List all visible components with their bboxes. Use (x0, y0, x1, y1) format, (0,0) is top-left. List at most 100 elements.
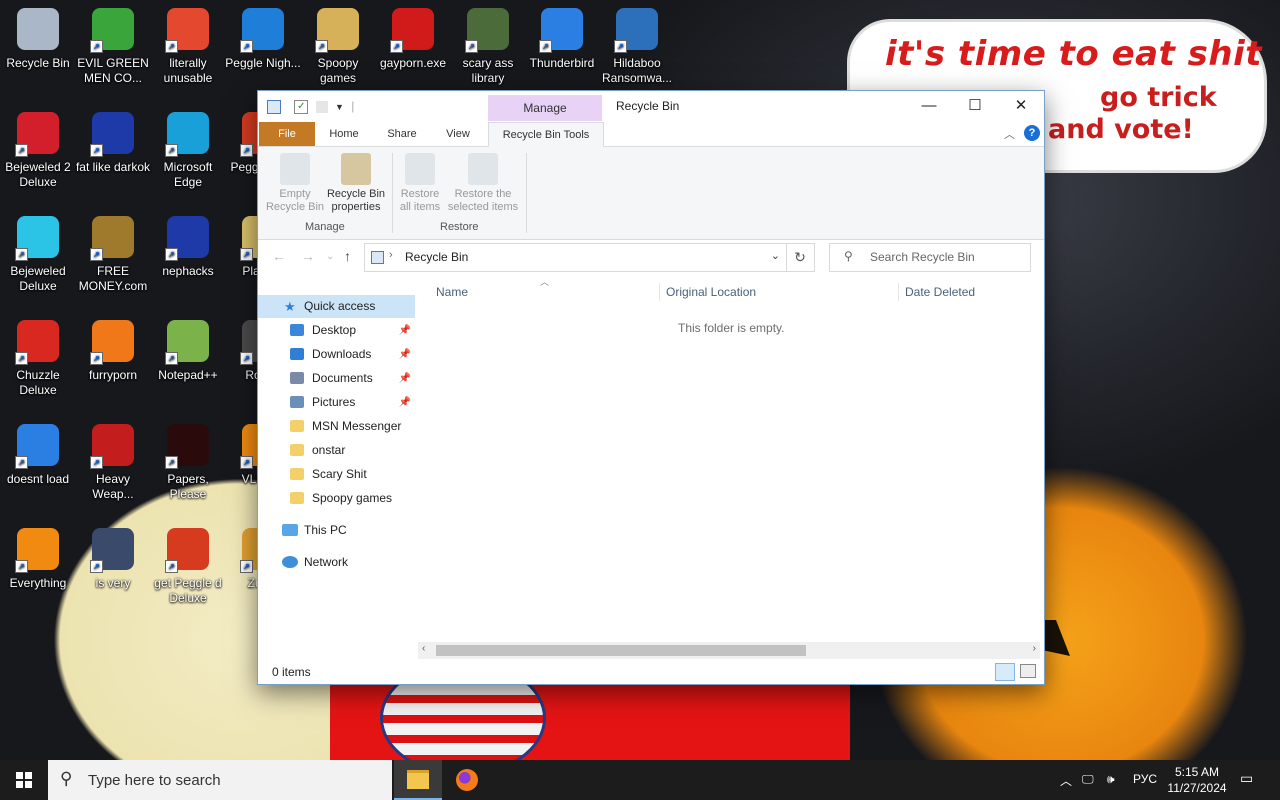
help-icon[interactable]: ? (1024, 125, 1040, 141)
pin-icon[interactable]: 📌 (399, 367, 411, 390)
tab-file[interactable]: File (259, 122, 315, 146)
desktop-icon[interactable]: ↗ EVIL GREEN MEN CO... (75, 8, 151, 86)
nav-item[interactable]: Pictures 📌 (258, 391, 415, 414)
tab-home[interactable]: Home (318, 122, 370, 146)
address-dropdown-icon[interactable]: ⌄ (771, 249, 780, 262)
maximize-button[interactable]: ☐ (952, 91, 998, 121)
taskbar-search-box[interactable]: ⚲ Type here to search (48, 760, 392, 800)
forward-arrow-icon[interactable]: → (301, 248, 315, 264)
pin-icon[interactable]: 📌 (399, 319, 411, 342)
minimize-button[interactable]: — (906, 91, 952, 121)
search-input[interactable]: ⚲ Search Recycle Bin (829, 243, 1031, 272)
scroll-right-icon[interactable]: › (1033, 643, 1036, 654)
nav-quick-access[interactable]: ★ Quick access (258, 295, 415, 318)
tab-view[interactable]: View (432, 122, 484, 146)
scroll-left-icon[interactable]: ‹ (422, 643, 425, 654)
network-tray-icon[interactable]: 🖵 (1082, 772, 1094, 787)
breadcrumb-chevron-icon[interactable]: › (389, 249, 393, 261)
new-folder-qa-icon[interactable] (315, 100, 328, 113)
desktop-icon[interactable]: ↗ Chuzzle Deluxe (0, 320, 76, 398)
recycle-bin-properties-button[interactable]: Recycle Bin properties (326, 151, 386, 214)
clock[interactable]: 5:15 AM 11/27/2024 (1160, 764, 1234, 796)
column-header-date-deleted[interactable]: Date Deleted (905, 285, 975, 299)
desktop-icon[interactable]: ↗ Bejeweled Deluxe (0, 216, 76, 294)
horizontal-scrollbar[interactable]: ‹ › (418, 642, 1040, 659)
search-icon: ⚲ (60, 769, 73, 788)
recent-locations-icon[interactable]: ⌄ (326, 251, 334, 262)
breadcrumb[interactable]: Recycle Bin (405, 250, 468, 264)
address-bar[interactable]: › Recycle Bin ⌄ (364, 243, 787, 272)
desktop-icon[interactable]: ↗ Everything (0, 528, 76, 591)
qa-dropdown-icon[interactable]: ▼ (335, 102, 344, 112)
show-hidden-icons-icon[interactable]: ︿ (1060, 772, 1072, 789)
nav-item[interactable]: Downloads 📌 (258, 343, 415, 366)
title-bar[interactable]: ✓ ▼ | Manage Recycle Bin — ☐ ✕ (258, 91, 1044, 122)
column-separator[interactable] (659, 283, 660, 301)
pin-icon[interactable]: 📌 (399, 343, 411, 366)
up-arrow-icon[interactable]: ↑ (344, 248, 351, 264)
desktop-icon[interactable]: ↗ scary ass library (450, 8, 526, 86)
desktop-icon[interactable]: ↗ fat like darkok (75, 112, 151, 175)
desktop-icon[interactable]: ↗ Peggle Nigh... (225, 8, 301, 71)
desktop-icon[interactable]: ↗ Notepad++ (150, 320, 226, 383)
close-button[interactable]: ✕ (998, 91, 1044, 121)
taskbar-file-explorer[interactable] (394, 760, 442, 800)
tab-share[interactable]: Share (376, 122, 428, 146)
column-header-original-location[interactable]: Original Location (666, 285, 756, 299)
desktop-icon[interactable]: ↗ doesnt load (0, 424, 76, 487)
desktop-icon[interactable]: ↗ nephacks (150, 216, 226, 279)
nav-item[interactable]: Spoopy games (258, 487, 415, 510)
taskbar-search-placeholder: Type here to search (88, 772, 221, 789)
nav-item[interactable]: Scary Shit (258, 463, 415, 486)
desktop-icon[interactable]: ↗ Microsoft Edge (150, 112, 226, 190)
nav-item[interactable]: MSN Messenger (258, 415, 415, 438)
restore-selected-button[interactable]: Restore the selected items (444, 151, 522, 214)
column-separator[interactable] (898, 283, 899, 301)
desktop-icon[interactable]: ↗ is very (75, 528, 151, 591)
restore-all-button[interactable]: Restore all items (396, 151, 444, 214)
start-button[interactable] (0, 760, 48, 800)
desktop-icon[interactable]: ↗ Bejeweled 2 Deluxe (0, 112, 76, 190)
desktop-icon[interactable]: ↗ FREE MONEY.com (75, 216, 151, 294)
desktop-icon[interactable]: ↗ Thunderbird (524, 8, 600, 71)
ribbon-collapse-icon[interactable]: ︿ (1004, 126, 1015, 142)
desktop-icon[interactable]: ↗ Heavy Weap... (75, 424, 151, 502)
wallpaper-text-and-vote: and vote! (1048, 114, 1194, 145)
column-header-name[interactable]: Name (436, 285, 468, 299)
refresh-icon[interactable]: ↻ (786, 243, 815, 272)
file-list[interactable]: ︿ Name Original Location Date Deleted Th… (416, 277, 1042, 657)
desktop-icon-label: scary ass library (462, 56, 514, 85)
desktop-icon-label: nephacks (162, 264, 214, 278)
properties-qa-icon[interactable]: ✓ (294, 99, 309, 114)
pin-icon[interactable]: 📌 (399, 391, 411, 414)
desktop-icon[interactable]: ↗ Hildaboo Ransomwa... (599, 8, 675, 86)
nav-item[interactable]: onstar (258, 439, 415, 462)
nav-network[interactable]: Network (258, 551, 415, 574)
volume-icon[interactable]: 🕪 (1107, 772, 1115, 787)
empty-recycle-bin-button[interactable]: Empty Recycle Bin (264, 151, 326, 214)
shortcut-arrow-icon: ↗ (240, 352, 253, 365)
language-indicator[interactable]: РУС (1133, 772, 1157, 786)
navigation-pane: ★ Quick access Desktop 📌 Downloads 📌 Documen… (258, 287, 415, 659)
nav-network-label: Network (304, 555, 349, 569)
shortcut-arrow-icon: ↗ (165, 248, 178, 261)
app-icon: ↗ (90, 320, 134, 365)
nav-this-pc[interactable]: This PC (258, 519, 415, 542)
taskbar-firefox[interactable] (443, 760, 491, 800)
scrollbar-thumb[interactable] (436, 645, 806, 656)
notifications-icon[interactable]: ▭ (1240, 770, 1253, 787)
desktop-icon[interactable]: ↗ Spoopy games (300, 8, 376, 86)
desktop-icon[interactable]: ↗ furryporn (75, 320, 151, 383)
nav-item[interactable]: Desktop 📌 (258, 319, 415, 342)
desktop-icon[interactable]: ↗ literally unusable (150, 8, 226, 86)
desktop-icon[interactable]: Recycle Bin (0, 8, 76, 71)
large-icons-view-icon[interactable] (1020, 664, 1036, 678)
details-view-icon[interactable] (995, 663, 1015, 681)
folder-icon (290, 396, 304, 408)
desktop-icon[interactable]: ↗ Papers, Please (150, 424, 226, 502)
nav-item[interactable]: Documents 📌 (258, 367, 415, 390)
desktop-icon[interactable]: ↗ get Peggle d Deluxe (150, 528, 226, 606)
back-arrow-icon[interactable]: ← (272, 248, 286, 264)
tab-recycle-bin-tools[interactable]: Recycle Bin Tools (488, 122, 604, 147)
desktop-icon[interactable]: ↗ gayporn.exe (375, 8, 451, 71)
